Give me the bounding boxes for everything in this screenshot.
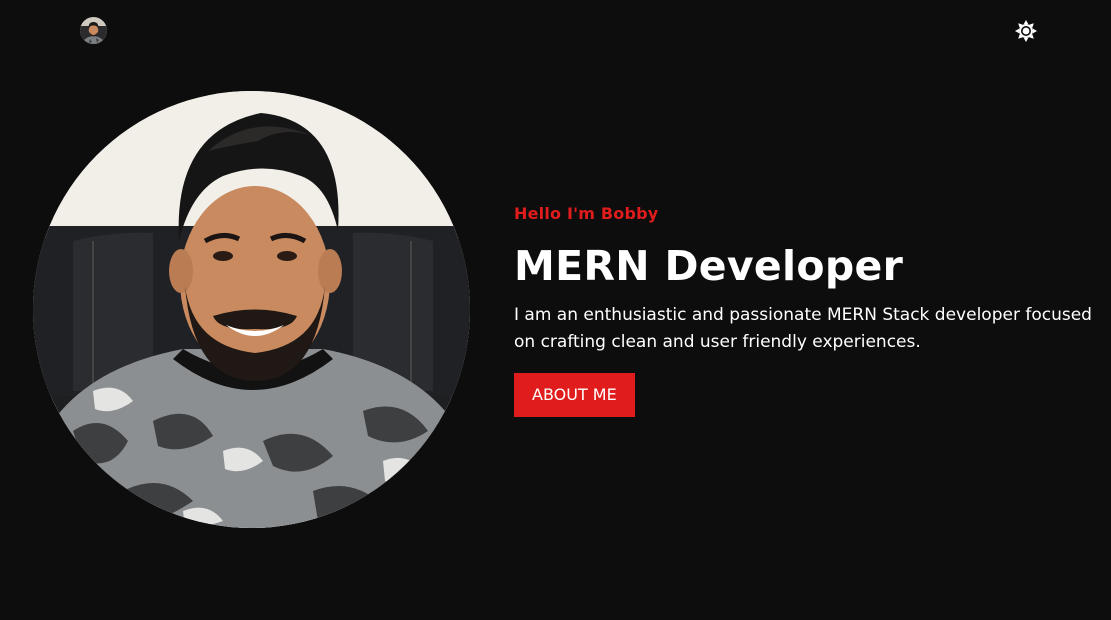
- about-me-button[interactable]: ABOUT ME: [514, 373, 635, 417]
- greeting-text: Hello I'm Bobby: [514, 204, 659, 223]
- intro-text: I am an enthusiastic and passionate MERN…: [514, 305, 1092, 352]
- theme-toggle-button[interactable]: [1014, 19, 1038, 43]
- profile-photo: [33, 91, 470, 528]
- profile-photo-illustration: [33, 91, 470, 528]
- nav-avatar[interactable]: [80, 17, 107, 44]
- avatar-icon: [80, 17, 107, 44]
- hero-text: Hello I'm Bobby MERN Developer I am an e…: [514, 200, 1104, 417]
- page-title: MERN Developer: [514, 242, 904, 290]
- page: Hello I'm Bobby MERN Developer I am an e…: [0, 0, 1111, 620]
- sun-icon: [1015, 20, 1037, 42]
